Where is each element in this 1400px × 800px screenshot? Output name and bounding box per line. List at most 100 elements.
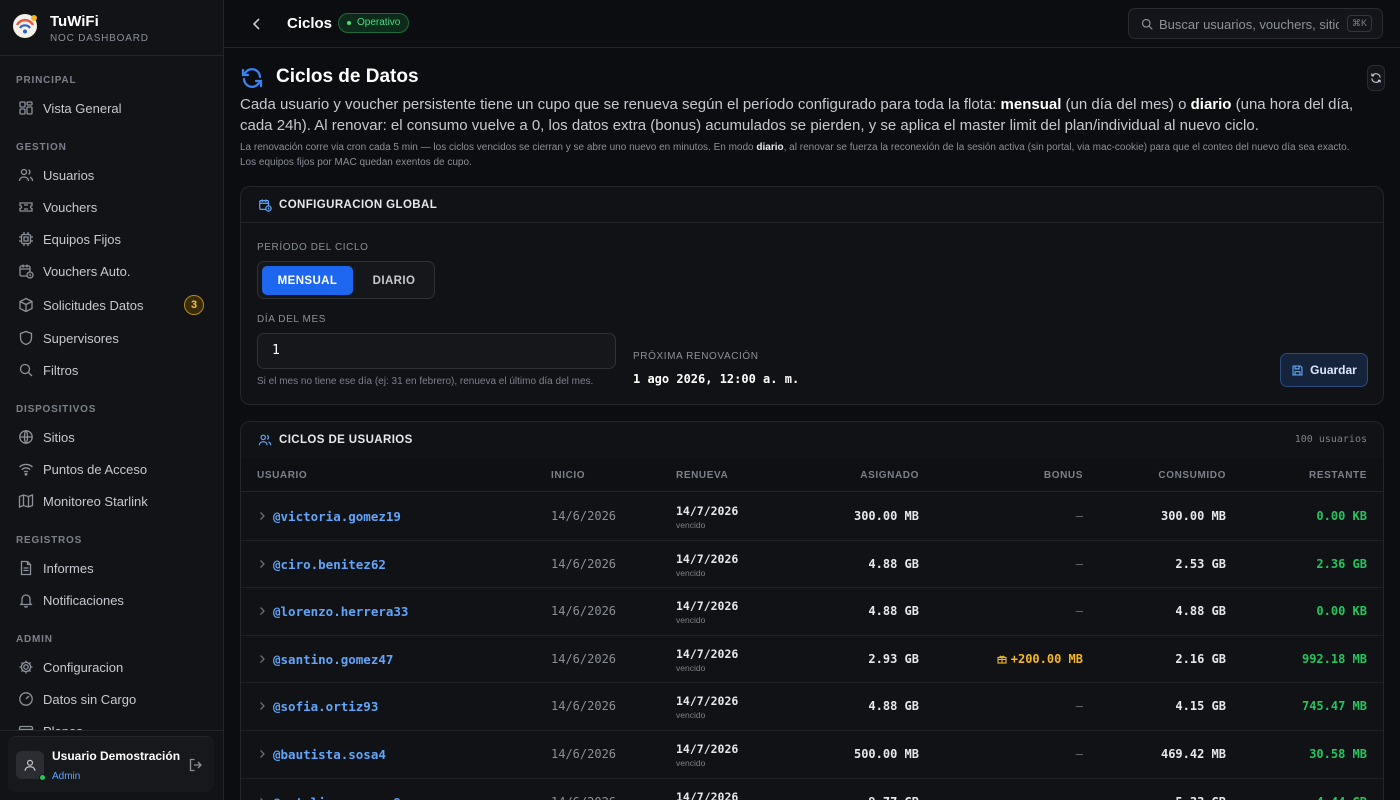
day-of-month-input[interactable]: 1 <box>257 333 616 369</box>
assigned-quota: 2.93 GB <box>868 651 919 666</box>
sidebar-item-label: Notificaciones <box>43 592 124 608</box>
sidebar-item-vista-general[interactable]: Vista General <box>8 93 214 123</box>
card-title: CICLOS DE USUARIOS <box>279 434 413 446</box>
sidebar-item-equipos-fijos[interactable]: Equipos Fijos <box>8 224 214 254</box>
card-header: CICLOS DE USUARIOS 100 usuarios <box>241 422 1383 458</box>
cycle-renew: 14/7/2026 <box>676 504 739 518</box>
col-consumido[interactable]: CONSUMIDO <box>1158 470 1226 481</box>
sidebar-item-informes[interactable]: Informes <box>8 553 214 583</box>
sidebar-item-puntos-de-acceso[interactable]: Puntos de Acceso <box>8 454 214 484</box>
col-bonus[interactable]: BONUS <box>1044 470 1083 481</box>
nav-section-dispositivos: DISPOSITIVOS <box>16 404 97 415</box>
sidebar-item-solicitudes-datos[interactable]: Solicitudes Datos 3 <box>8 290 214 320</box>
cycle-renew: 14/7/2026 <box>676 646 739 661</box>
cycle-renew: 14/7/2026 <box>676 599 739 614</box>
nav-section-gestion: GESTION <box>16 142 67 153</box>
chevron-right-icon[interactable] <box>257 701 267 711</box>
top-bar: Ciclos Operativo ⌘K <box>224 0 1400 48</box>
card-title: CONFIGURACION GLOBAL <box>279 199 438 211</box>
user-link[interactable]: @victoria.gomez19 <box>273 509 401 524</box>
sidebar-item-notificaciones[interactable]: Notificaciones <box>8 585 214 615</box>
assigned-quota: 9.77 GB <box>868 795 919 800</box>
bonus-value: — <box>1075 699 1083 714</box>
bonus-value: +200.00 MB <box>1010 651 1083 666</box>
chevron-right-icon[interactable] <box>257 654 267 664</box>
refresh-button[interactable] <box>1367 65 1385 91</box>
sidebar-item-sitios[interactable]: Sitios <box>8 422 214 452</box>
table-row[interactable]: @bautista.sosa4 14/6/2026 14/7/2026 vencido… <box>241 731 1383 779</box>
user-link[interactable]: @lorenzo.herrera33 <box>273 604 408 619</box>
col-usuario[interactable]: USUARIO <box>257 470 307 481</box>
user-link[interactable]: @bautista.sosa4 <box>273 747 386 762</box>
chevron-right-icon[interactable] <box>257 606 267 616</box>
table-row[interactable]: @victoria.gomez19 14/6/2026 14/7/2026 venci… <box>241 493 1383 541</box>
user-name: Usuario Demostración <box>52 749 181 763</box>
back-arrow-icon[interactable] <box>248 15 266 33</box>
table-row[interactable]: @lorenzo.herrera33 14/6/2026 14/7/2026 venc… <box>241 588 1383 636</box>
col-renueva[interactable]: RENUEVA <box>676 470 728 481</box>
logout-icon[interactable] <box>188 757 204 773</box>
user-link[interactable]: @catalina.romero9 <box>273 795 401 800</box>
used-data: 469.42 MB <box>1160 747 1226 761</box>
breadcrumb-title: Ciclos <box>287 15 333 32</box>
sidebar-item-vouchers[interactable]: Vouchers <box>8 192 214 222</box>
sidebar-item-usuarios[interactable]: Usuarios <box>8 160 214 190</box>
assigned-quota: 300.00 MB <box>853 509 919 523</box>
table-row[interactable]: @santino.gomez47 14/6/2026 14/7/2026 vencid… <box>241 636 1383 684</box>
sidebar-item-monitoreo-starlink[interactable]: Monitoreo Starlink <box>8 486 214 516</box>
cpu-icon <box>19 232 33 246</box>
bonus-value: — <box>1075 556 1083 571</box>
chevron-right-icon[interactable] <box>257 559 267 569</box>
save-button[interactable]: Guardar <box>1280 353 1368 387</box>
bonus-value: — <box>1075 747 1083 761</box>
sidebar-item-supervisores[interactable]: Supervisores <box>8 323 214 353</box>
remaining-data: 4.44 GB <box>1316 795 1367 800</box>
global-search[interactable]: ⌘K <box>1128 8 1383 39</box>
cycle-start: 14/6/2026 <box>551 747 617 761</box>
cycle-start: 14/6/2026 <box>551 604 617 619</box>
table-row[interactable]: @ciro.benitez62 14/6/2026 14/7/2026 vencido… <box>241 541 1383 589</box>
map-icon <box>18 494 34 508</box>
page-note: La renovación corre via cron cada 5 min … <box>240 142 1350 168</box>
sidebar-item-configuracion[interactable]: Configuracion <box>8 652 214 682</box>
period-label: PERÍODO DEL CICLO <box>257 242 369 253</box>
col-restante[interactable]: RESTANTE <box>1309 470 1367 481</box>
renew-status: vencido <box>676 710 706 721</box>
users-icon <box>18 168 34 182</box>
grid-icon <box>19 101 33 115</box>
save-icon <box>1292 364 1303 376</box>
sidebar-item-datos-sin-cargo[interactable]: Datos sin Cargo <box>8 684 214 714</box>
sidebar-item-label: Sitios <box>43 429 75 445</box>
sidebar-item-label: Usuarios <box>43 167 95 183</box>
table-row[interactable]: @catalina.romero914/6/202614/7/2026venci… <box>241 779 1383 800</box>
chevron-right-icon[interactable] <box>257 749 267 759</box>
sidebar-item-label: Vouchers Auto. <box>43 263 131 279</box>
period-toggle: MENSUAL DIARIO <box>257 261 435 299</box>
period-option-mensual[interactable]: MENSUAL <box>262 266 353 295</box>
cycle-start: 14/6/2026 <box>551 556 617 571</box>
sidebar-item-label: Equipos Fijos <box>43 231 122 247</box>
package-icon <box>19 297 33 313</box>
sidebar-item-filtros[interactable]: Filtros <box>8 355 214 385</box>
refresh-icon <box>1371 73 1381 83</box>
user-link[interactable]: @sofia.ortiz93 <box>273 699 378 714</box>
next-renewal-label: PRÓXIMA RENOVACIÓN <box>633 351 759 362</box>
period-option-diario[interactable]: DIARIO <box>358 266 430 295</box>
sidebar-item-label: Solicitudes Datos <box>43 297 144 313</box>
sidebar-item-label: Vista General <box>43 100 122 116</box>
chevron-right-icon[interactable] <box>257 797 267 800</box>
tuwifi-logo-icon <box>13 14 37 38</box>
col-asignado[interactable]: ASIGNADO <box>860 470 919 481</box>
table-row[interactable]: @sofia.ortiz93 14/6/2026 14/7/2026 vencido 4… <box>241 683 1383 731</box>
search-input[interactable] <box>1159 15 1339 33</box>
chevron-right-icon[interactable] <box>257 511 267 521</box>
used-data: 300.00 MB <box>1160 509 1226 523</box>
col-inicio[interactable]: INICIO <box>551 470 585 481</box>
sidebar-item-vouchers-auto[interactable]: Vouchers Auto. <box>8 256 214 286</box>
nav-section-principal: PRINCIPAL <box>16 75 77 86</box>
online-status-dot <box>39 774 46 781</box>
table-header: USUARIO INICIO RENUEVA ASIGNADO BONUS CO… <box>241 458 1383 492</box>
user-link[interactable]: @ciro.benitez62 <box>273 557 386 572</box>
user-link[interactable]: @santino.gomez47 <box>273 652 393 667</box>
globe-icon <box>19 430 33 444</box>
